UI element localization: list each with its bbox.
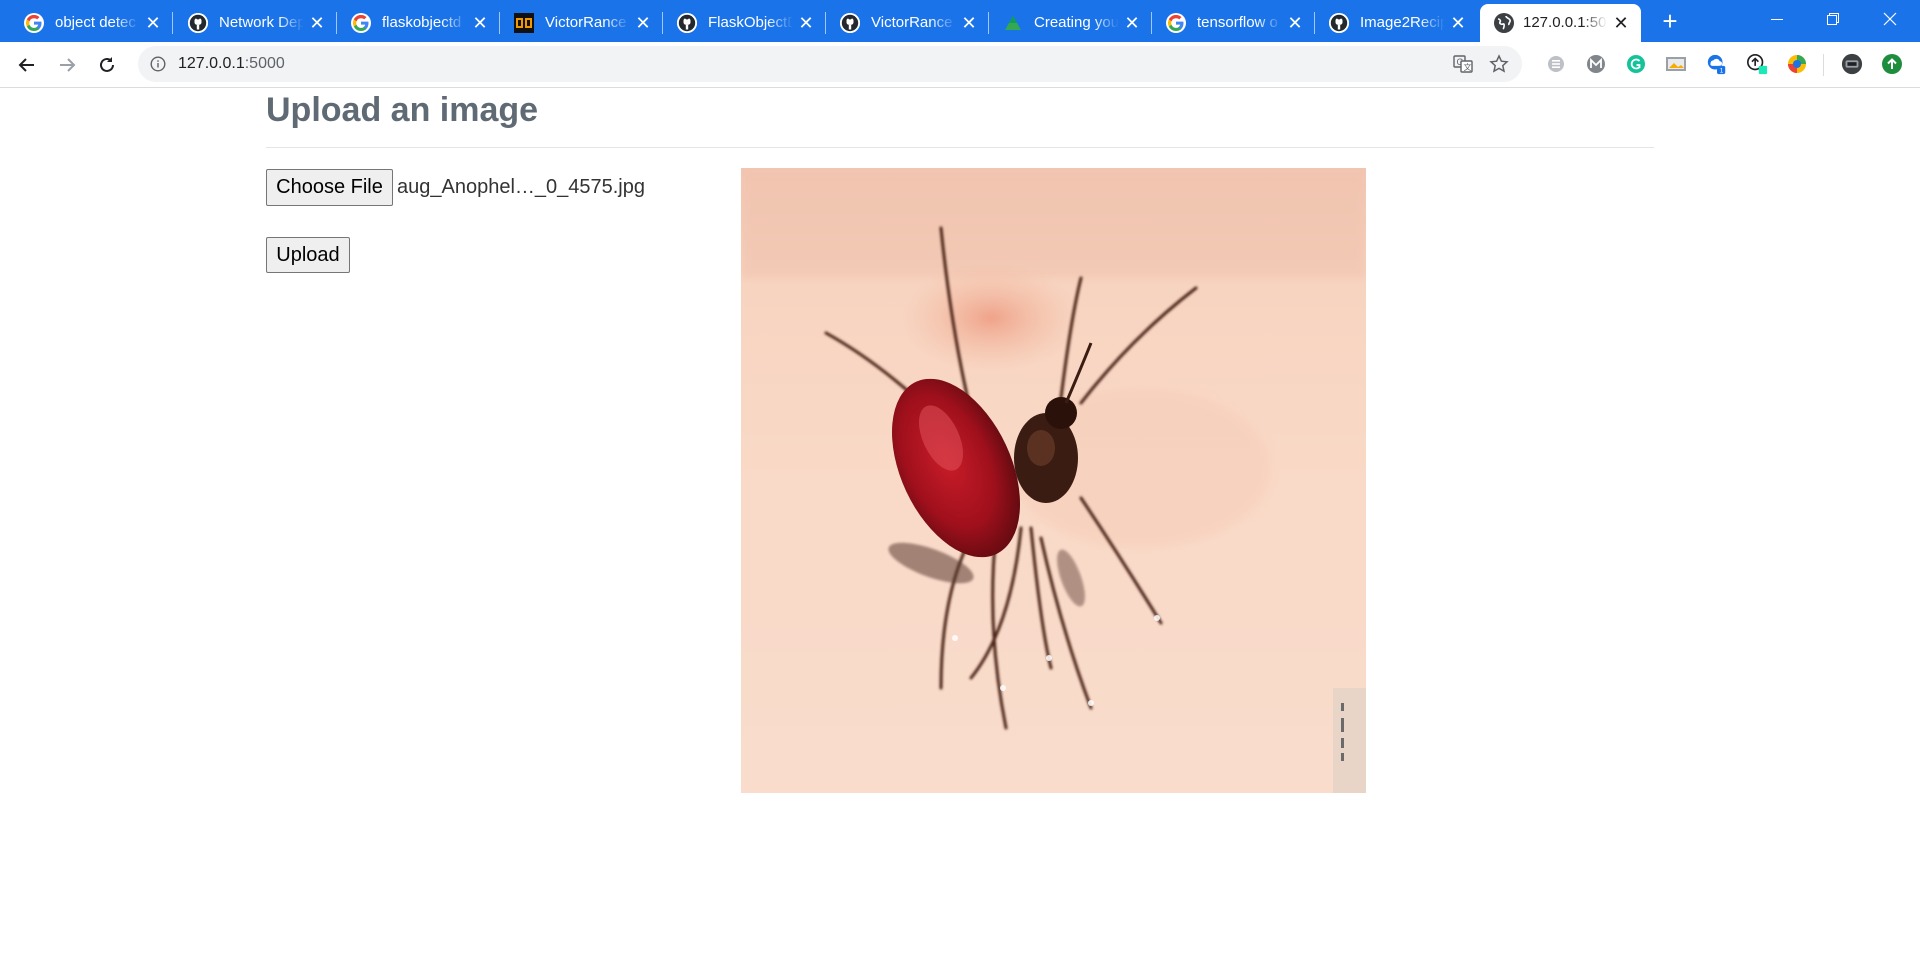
reload-icon: [100, 57, 114, 72]
tab-tensorflow[interactable]: tensorflow o ✕: [1142, 4, 1315, 42]
close-window-button[interactable]: [1864, 2, 1916, 36]
m-extension-icon: [1587, 55, 1605, 73]
tab-title: Network Dep: [219, 14, 304, 31]
svg-text:1: 1: [1720, 68, 1724, 75]
tab-strip: object detec ✕ Network Dep ✕ flaskobject…: [0, 0, 1920, 42]
close-tab-icon[interactable]: ✕: [796, 13, 816, 33]
new-tab-button[interactable]: +: [1656, 8, 1684, 36]
close-tab-icon[interactable]: ✕: [1448, 13, 1468, 33]
back-button[interactable]: [13, 51, 41, 79]
minimize-button[interactable]: [1751, 2, 1803, 36]
tab-title: tensorflow o: [1197, 14, 1278, 31]
reader-mode-button[interactable]: [1545, 53, 1567, 75]
translate-icon: G文: [1453, 55, 1473, 73]
tab-title: VictorRance: [545, 14, 627, 31]
close-tab-icon[interactable]: ✕: [1285, 13, 1305, 33]
url-text: 127.0.0.1:5000: [178, 55, 285, 73]
tab-flaskobjectd-github[interactable]: FlaskObjectD ✕: [653, 4, 826, 42]
colorful-extension-button[interactable]: [1786, 53, 1808, 75]
extension-m-button[interactable]: [1585, 53, 1607, 75]
upload-circle-icon: [1747, 54, 1768, 75]
cloud-badge-icon: 1: [1707, 54, 1726, 75]
grammarly-icon: [1627, 55, 1645, 73]
tab-network-dep[interactable]: Network Dep ✕: [164, 4, 337, 42]
google-icon: [351, 13, 371, 33]
close-tab-icon[interactable]: ✕: [1611, 13, 1631, 33]
tab-creating-you[interactable]: Creating you ✕: [979, 4, 1152, 42]
grammarly-button[interactable]: [1625, 53, 1647, 75]
url-port: :5000: [244, 55, 285, 72]
tab-title: FlaskObjectD: [708, 14, 793, 31]
github-icon: [677, 13, 697, 33]
bookmark-star-button[interactable]: [1488, 53, 1510, 75]
github-icon: [840, 13, 860, 33]
uploaded-image-preview: [741, 168, 1366, 793]
upload-extension-button[interactable]: [1746, 53, 1768, 75]
tab-object-detection[interactable]: object detec ✕: [0, 4, 173, 42]
tab-title: 127.0.0.1:500: [1523, 14, 1607, 31]
browser-toolbar: 127.0.0.1:5000 G文 1: [0, 42, 1920, 88]
github-icon: [1329, 13, 1349, 33]
reload-button[interactable]: [93, 51, 121, 79]
close-tab-icon[interactable]: ✕: [143, 13, 163, 33]
tab-flaskobjectd[interactable]: flaskobjectd ✕: [327, 4, 500, 42]
globe-icon: [1494, 13, 1514, 33]
minimize-icon: [1771, 19, 1783, 20]
avatar-icon: [1841, 53, 1863, 75]
mosquito-photo-image: [741, 168, 1366, 793]
close-tab-icon[interactable]: ✕: [1122, 13, 1142, 33]
upload-button[interactable]: Upload: [266, 237, 350, 273]
google-icon: [1166, 13, 1186, 33]
image-extension-button[interactable]: [1665, 53, 1687, 75]
forward-button[interactable]: [53, 51, 81, 79]
triangle-icon: [1003, 13, 1023, 33]
arrow-right-icon: [60, 58, 76, 72]
url-host: 127.0.0.1: [178, 55, 245, 72]
info-icon[interactable]: [150, 56, 166, 72]
gm-icon: [514, 13, 534, 33]
restore-icon: [1827, 13, 1839, 25]
google-icon: [24, 13, 44, 33]
address-bar[interactable]: 127.0.0.1:5000 G文: [138, 46, 1522, 82]
reader-icon: [1548, 56, 1564, 72]
close-icon: [1883, 12, 1897, 26]
tab-title: Image2Recip: [1360, 14, 1445, 31]
close-tab-icon[interactable]: ✕: [307, 13, 327, 33]
tab-image2recip[interactable]: Image2Recip ✕: [1305, 4, 1477, 42]
close-tab-icon[interactable]: ✕: [470, 13, 490, 33]
choose-file-button[interactable]: Choose File: [266, 169, 393, 206]
tab-victorrance-gm[interactable]: VictorRance ✕: [490, 4, 663, 42]
update-button[interactable]: [1881, 53, 1903, 75]
tab-title: flaskobjectd: [382, 14, 462, 31]
update-arrow-icon: [1882, 54, 1902, 74]
svg-text:文: 文: [1464, 62, 1472, 72]
cloud-extension-button[interactable]: 1: [1706, 53, 1728, 75]
heading-divider: [266, 147, 1654, 148]
chosen-file-name: aug_Anophel…_0_4575.jpg: [397, 176, 645, 198]
image-icon: [1666, 57, 1686, 71]
toolbar-divider: [1823, 54, 1824, 76]
tab-title: object detec: [55, 14, 136, 31]
arrow-left-icon: [18, 58, 34, 72]
star-icon: [1489, 54, 1509, 73]
restore-button[interactable]: [1807, 2, 1859, 36]
extension-tile-icon: [1788, 55, 1806, 73]
page-title: Upload an image: [266, 91, 539, 129]
github-icon: [188, 13, 208, 33]
translate-button[interactable]: G文: [1452, 53, 1474, 75]
close-tab-icon[interactable]: ✕: [959, 13, 979, 33]
tab-localhost-active[interactable]: 127.0.0.1:500 ✕: [1480, 4, 1641, 42]
tab-victorrance-github[interactable]: VictorRance ✕: [816, 4, 989, 42]
tab-title: Creating you: [1034, 14, 1119, 31]
tab-title: VictorRance: [871, 14, 953, 31]
profile-avatar[interactable]: [1841, 53, 1863, 75]
close-tab-icon[interactable]: ✕: [633, 13, 653, 33]
